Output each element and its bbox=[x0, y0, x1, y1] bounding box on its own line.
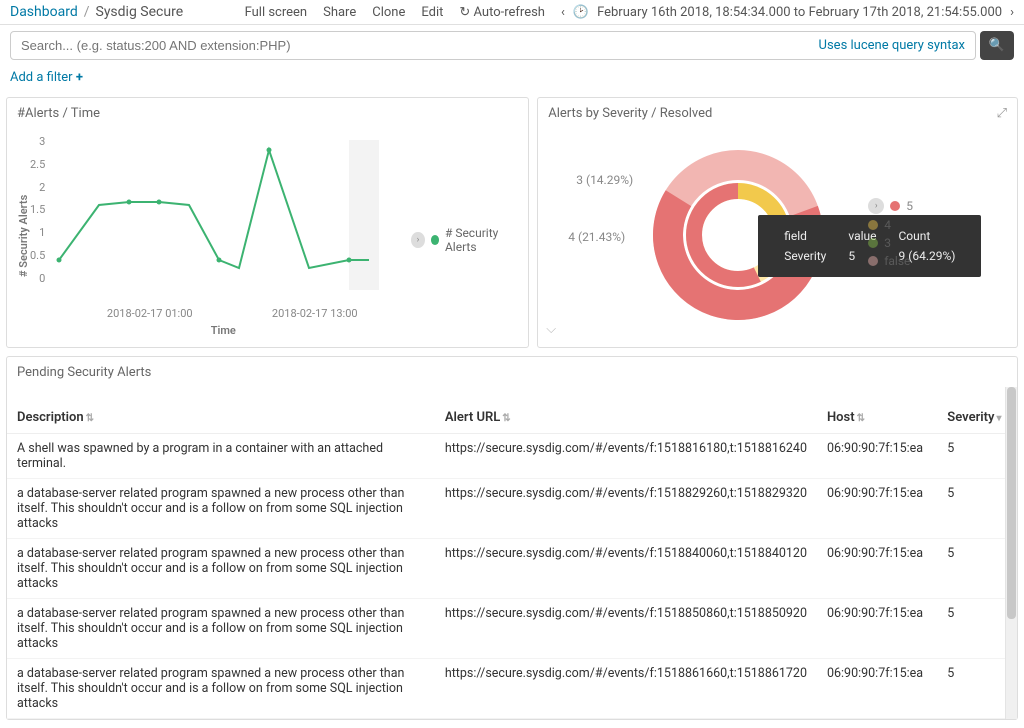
sort-icon: ⇅ bbox=[502, 413, 510, 424]
scrollbar[interactable] bbox=[1005, 387, 1017, 719]
search-bar: Uses lucene query syntax bbox=[10, 31, 976, 60]
search-input[interactable] bbox=[11, 32, 809, 59]
top-bar: Dashboard / Sysdig Secure Full screen Sh… bbox=[0, 0, 1024, 25]
x-axis-label: Time bbox=[49, 324, 397, 337]
pending-alerts-panel: Pending Security Alerts Description⇅ Ale… bbox=[6, 356, 1018, 720]
cell-host: 06:90:90:7f:15:ea bbox=[817, 479, 937, 539]
cell-host: 06:90:90:7f:15:ea bbox=[817, 434, 937, 479]
line-chart bbox=[49, 135, 379, 305]
cell-host: 06:90:90:7f:15:ea bbox=[817, 659, 937, 719]
search-row: Uses lucene query syntax 🔍 bbox=[0, 25, 1024, 66]
legend-dot bbox=[890, 201, 900, 211]
time-navigation: ‹ 🕑 February 16th 2018, 18:54:34.000 to … bbox=[561, 5, 1014, 20]
plus-icon: + bbox=[76, 70, 83, 85]
filter-bar: Add a filter + bbox=[0, 66, 1024, 97]
panel-title: Pending Security Alerts bbox=[7, 357, 1017, 388]
collapse-icon[interactable]: ⌵ bbox=[546, 322, 556, 337]
search-button[interactable]: 🔍 bbox=[980, 31, 1014, 60]
slice-label-4: 4 (21.43%) bbox=[568, 230, 625, 244]
clone-button[interactable]: Clone bbox=[372, 5, 405, 20]
clock-icon: 🕑 bbox=[573, 5, 589, 20]
cell-host: 06:90:90:7f:15:ea bbox=[817, 539, 937, 599]
autorefresh-button[interactable]: ↻ Auto-refresh bbox=[459, 5, 545, 20]
panel-title: #Alerts / Time bbox=[17, 106, 100, 121]
cell-url: https://secure.sysdig.com/#/events/f:151… bbox=[435, 479, 817, 539]
legend-dot bbox=[431, 235, 439, 245]
cell-url: https://secure.sysdig.com/#/events/f:151… bbox=[435, 539, 817, 599]
cell-url: https://secure.sysdig.com/#/events/f:151… bbox=[435, 434, 817, 479]
panel-title: Alerts by Severity / Resolved bbox=[548, 106, 712, 121]
table-row[interactable]: a database-server related program spawne… bbox=[7, 479, 1017, 539]
col-description[interactable]: Description⇅ bbox=[7, 402, 435, 434]
x-ticks: 2018-02-17 01:00 2018-02-17 13:00 bbox=[67, 307, 397, 320]
legend-collapse-icon[interactable]: › bbox=[411, 232, 424, 248]
col-host[interactable]: Host⇅ bbox=[817, 402, 937, 434]
line-legend: › # Security Alerts bbox=[411, 143, 518, 337]
panel-header: #Alerts / Time bbox=[7, 98, 528, 129]
time-range-label[interactable]: February 16th 2018, 18:54:34.000 to Febr… bbox=[597, 5, 1002, 20]
y-ticks: 32.521.510.50 bbox=[30, 135, 45, 285]
fullscreen-button[interactable]: Full screen bbox=[245, 5, 308, 20]
cell-host: 06:90:90:7f:15:ea bbox=[817, 599, 937, 659]
legend-label: # Security Alerts bbox=[445, 226, 518, 254]
add-filter-button[interactable]: Add a filter + bbox=[10, 70, 83, 85]
breadcrumb-sep: / bbox=[84, 4, 90, 20]
cell-description: a database-server related program spawne… bbox=[7, 659, 435, 719]
cell-url: https://secure.sysdig.com/#/events/f:151… bbox=[435, 659, 817, 719]
table-row[interactable]: a database-server related program spawne… bbox=[7, 659, 1017, 719]
alerts-time-panel: #Alerts / Time # Security Alerts 32.521.… bbox=[6, 97, 529, 348]
legend-collapse-icon[interactable]: › bbox=[868, 198, 884, 214]
breadcrumb: Dashboard / Sysdig Secure bbox=[10, 4, 183, 20]
expand-icon[interactable]: ⤢ bbox=[997, 106, 1007, 121]
search-icon: 🔍 bbox=[989, 38, 1005, 53]
table-row[interactable]: A shell was spawned by a program in a co… bbox=[7, 434, 1017, 479]
col-url[interactable]: Alert URL⇅ bbox=[435, 402, 817, 434]
cell-description: A shell was spawned by a program in a co… bbox=[7, 434, 435, 479]
breadcrumb-root[interactable]: Dashboard bbox=[10, 4, 78, 20]
alerts-table: Description⇅ Alert URL⇅ Host⇅ Severity▾ … bbox=[7, 402, 1017, 719]
cell-description: a database-server related program spawne… bbox=[7, 479, 435, 539]
y-axis-label: # Security Alerts bbox=[17, 135, 30, 337]
slice-label-3: 3 (14.29%) bbox=[576, 173, 633, 187]
top-actions: Full screen Share Clone Edit ↻ Auto-refr… bbox=[245, 5, 1014, 20]
sort-down-icon: ▾ bbox=[996, 413, 1001, 424]
time-prev-button[interactable]: ‹ bbox=[561, 5, 565, 20]
sort-icon: ⇅ bbox=[86, 413, 94, 424]
cell-description: a database-server related program spawne… bbox=[7, 539, 435, 599]
lucene-hint-link[interactable]: Uses lucene query syntax bbox=[809, 38, 975, 53]
breadcrumb-current: Sysdig Secure bbox=[96, 4, 184, 20]
time-next-button[interactable]: › bbox=[1010, 5, 1014, 20]
table-row[interactable]: a database-server related program spawne… bbox=[7, 539, 1017, 599]
cell-url: https://secure.sysdig.com/#/events/f:151… bbox=[435, 599, 817, 659]
edit-button[interactable]: Edit bbox=[421, 5, 443, 20]
sort-icon: ⇅ bbox=[857, 413, 865, 424]
visualization-row: #Alerts / Time # Security Alerts 32.521.… bbox=[0, 97, 1024, 348]
share-button[interactable]: Share bbox=[323, 5, 356, 20]
alerts-severity-panel: Alerts by Severity / Resolved ⤢ 3 (14.29… bbox=[537, 97, 1018, 348]
cell-description: a database-server related program spawne… bbox=[7, 599, 435, 659]
table-row[interactable]: a database-server related program spawne… bbox=[7, 599, 1017, 659]
